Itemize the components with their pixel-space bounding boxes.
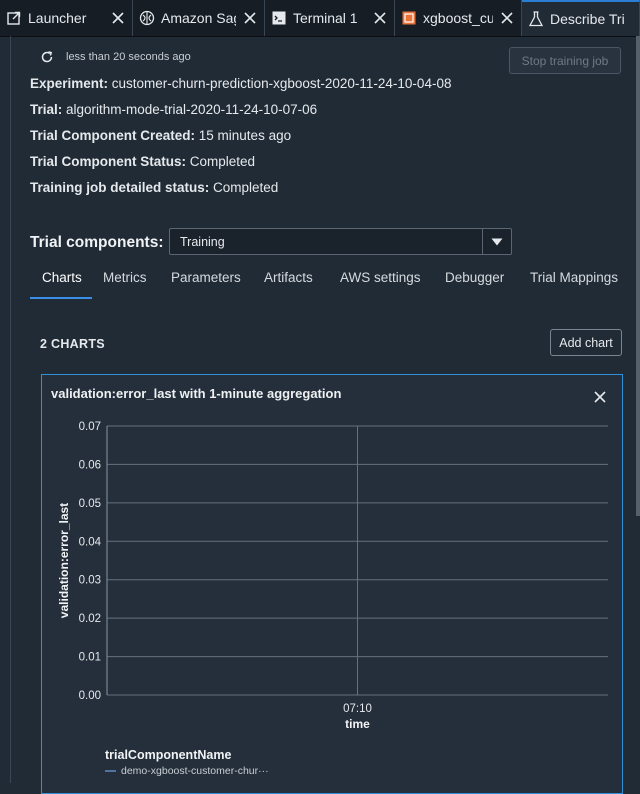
detail-label: Trial: <box>30 102 63 117</box>
refresh-text: less than 20 seconds ago <box>66 51 191 63</box>
add-chart-button[interactable]: Add chart <box>550 329 622 356</box>
scrollbar[interactable] <box>636 36 640 516</box>
charts-count: 2 CHARTS <box>40 337 105 351</box>
tab-parameters[interactable]: Parameters <box>171 270 241 285</box>
refresh-status: less than 20 seconds ago <box>40 48 191 66</box>
y-tick-label: 0.03 <box>79 575 101 587</box>
y-axis-title: validation:error_last <box>57 503 71 618</box>
tab-trial-mappings[interactable]: Trial Mappings <box>530 270 618 285</box>
refresh-icon[interactable] <box>40 50 54 64</box>
tab-artifacts[interactable]: Artifacts <box>264 270 313 285</box>
tab-describe-trial[interactable]: Describe Tri <box>522 0 640 36</box>
chart-plot: 0.00 0.01 0.02 0.03 0.04 0.05 0.06 0.07 07:10 tim… <box>57 421 608 777</box>
tab-label: Describe Tri <box>550 11 625 27</box>
tab-aws-settings[interactable]: AWS settings <box>340 270 421 285</box>
close-icon[interactable] <box>242 10 258 26</box>
launch-icon <box>6 10 22 26</box>
trial-components-label: Trial components: <box>30 234 164 251</box>
notebook-icon <box>401 10 417 26</box>
y-tick-label: 0.06 <box>79 459 101 471</box>
tab-xgboost-notebook[interactable]: xgboost_cus <box>395 0 522 36</box>
tab-terminal[interactable]: Terminal 1 <box>265 0 395 36</box>
legend-title: trialComponentName <box>105 748 231 762</box>
tab-amazon-sagemaker[interactable]: Amazon Sag <box>133 0 265 36</box>
y-tick-label: 0.00 <box>79 690 101 702</box>
chevron-down-icon[interactable] <box>482 229 511 254</box>
stop-training-job-button[interactable]: Stop training job <box>509 47 621 74</box>
close-icon[interactable] <box>499 10 515 26</box>
created-row: Trial Component Created: 15 minutes ago <box>30 128 291 143</box>
detail-label: Training job detailed status: <box>30 180 210 195</box>
x-tick-label: 07:10 <box>343 703 372 715</box>
detail-label: Trial Component Status: <box>30 154 187 169</box>
tab-bar: Launcher Amazon Sag Terminal 1 xgboost_c… <box>0 0 640 37</box>
detail-value: Completed <box>209 180 279 195</box>
y-tick-label: 0.07 <box>79 421 101 433</box>
y-tick-label: 0.04 <box>79 536 102 548</box>
tab-label: Launcher <box>28 10 87 26</box>
close-icon[interactable] <box>372 10 388 26</box>
detail-value: 15 minutes ago <box>195 128 292 143</box>
terminal-icon <box>271 10 287 26</box>
trial-row: Trial: algorithm-mode-trial-2020-11-24-1… <box>30 102 317 117</box>
chart-card: validation:error_last with 1-minute aggr… <box>41 374 623 794</box>
detail-label: Trial Component Created: <box>30 128 196 143</box>
legend-entry: demo-xgboost-customer-chur··· <box>121 765 269 777</box>
trial-components-select[interactable]: Training <box>169 228 512 255</box>
status-row: Trial Component Status: Completed <box>30 154 255 169</box>
flask-icon <box>528 11 544 27</box>
y-tick-label: 0.05 <box>79 498 101 510</box>
x-axis-title: time <box>345 717 370 731</box>
y-tick-label: 0.01 <box>79 652 101 664</box>
tab-metrics[interactable]: Metrics <box>103 270 147 285</box>
experiment-row: Experiment: customer-churn-prediction-xg… <box>30 76 451 91</box>
tab-debugger[interactable]: Debugger <box>445 270 504 285</box>
panel-border <box>10 36 11 783</box>
detail-value: algorithm-mode-trial-2020-11-24-10-07-06 <box>62 102 318 117</box>
tab-label: xgboost_cus <box>423 10 493 26</box>
active-tab-indicator <box>30 297 92 299</box>
tab-launcher[interactable]: Launcher <box>0 0 133 36</box>
close-icon[interactable] <box>110 10 126 26</box>
tab-label: Amazon Sag <box>161 10 236 26</box>
detail-value: Completed <box>186 154 256 169</box>
tab-charts[interactable]: Charts <box>42 270 82 285</box>
brain-icon <box>139 10 155 26</box>
detail-label: Experiment: <box>30 76 109 91</box>
detail-value: customer-churn-prediction-xgboost-2020-1… <box>108 76 452 91</box>
select-value: Training <box>180 235 225 249</box>
y-tick-label: 0.02 <box>79 613 101 625</box>
tab-label: Terminal 1 <box>293 10 358 26</box>
subtab-bar: Charts Metrics Parameters Artifacts AWS … <box>30 262 630 300</box>
training-status-row: Training job detailed status: Completed <box>30 180 278 195</box>
